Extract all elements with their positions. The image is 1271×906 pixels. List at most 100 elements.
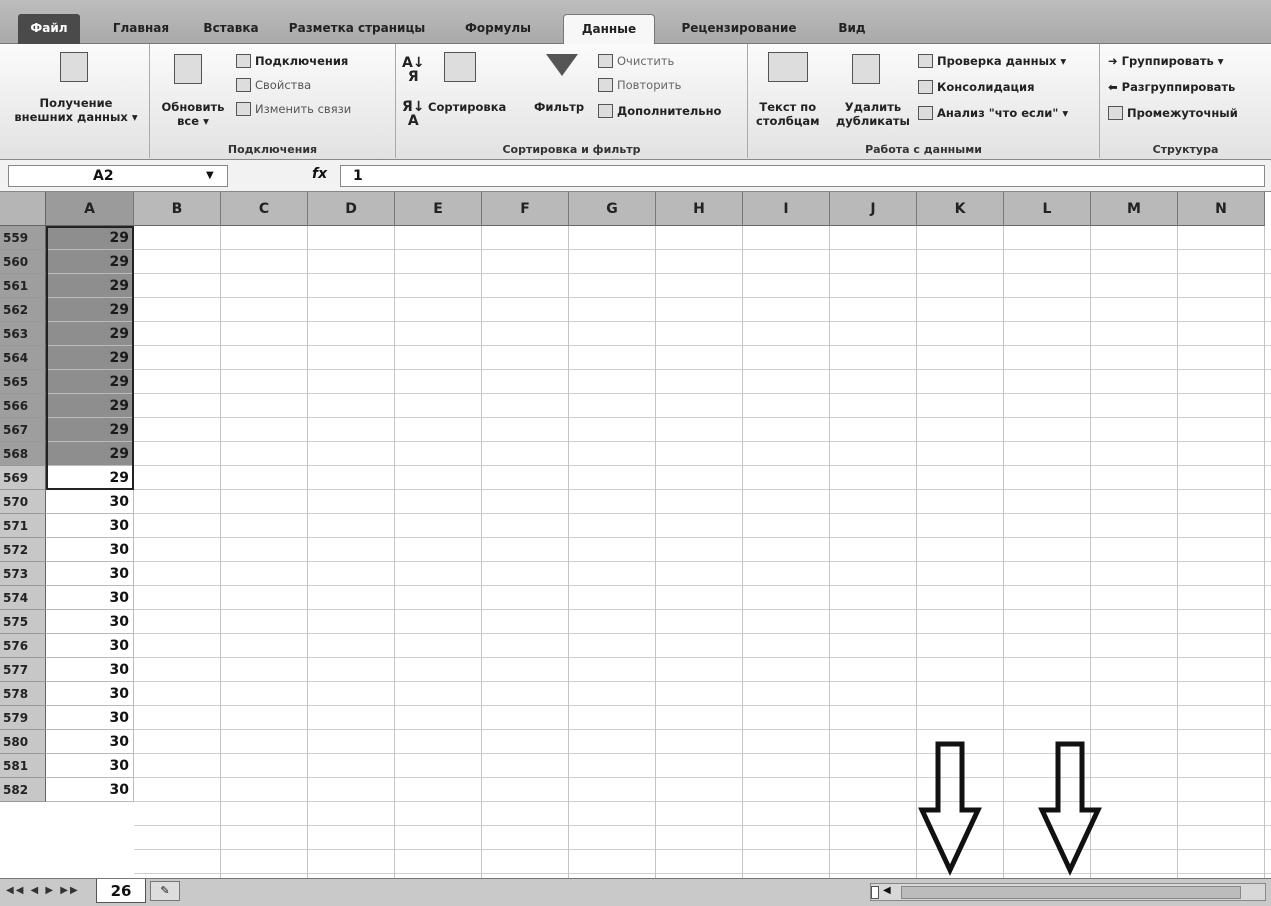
row-header[interactable]: 579 bbox=[0, 706, 46, 730]
cell-a[interactable]: 30 bbox=[46, 634, 134, 658]
column-header-k[interactable]: K bbox=[917, 192, 1004, 226]
column-header-i[interactable]: I bbox=[743, 192, 830, 226]
what-if-analysis-button[interactable]: Анализ "что если" ▾ bbox=[918, 106, 1068, 120]
cell-a[interactable]: 30 bbox=[46, 490, 134, 514]
cell-a[interactable]: 30 bbox=[46, 586, 134, 610]
column-header-d[interactable]: D bbox=[308, 192, 395, 226]
cell-a[interactable]: 30 bbox=[46, 706, 134, 730]
cell-a[interactable]: 30 bbox=[46, 658, 134, 682]
get-external-data-button[interactable]: Получение внешних данных ▾ bbox=[6, 96, 146, 124]
horizontal-scrollbar[interactable]: ◀ bbox=[870, 883, 1266, 901]
row-header[interactable]: 571 bbox=[0, 514, 46, 538]
cell-a[interactable]: 29 bbox=[46, 418, 134, 442]
column-header-j[interactable]: J bbox=[830, 192, 917, 226]
row-header[interactable]: 562 bbox=[0, 298, 46, 322]
tab-insert[interactable]: Вставка bbox=[192, 14, 270, 44]
cell-a[interactable]: 30 bbox=[46, 610, 134, 634]
row-header[interactable]: 573 bbox=[0, 562, 46, 586]
insert-function-button[interactable]: fx bbox=[312, 166, 327, 182]
select-all-corner[interactable] bbox=[0, 192, 46, 226]
reapply-button[interactable]: Повторить bbox=[598, 78, 681, 92]
tab-review[interactable]: Рецензирование bbox=[664, 14, 814, 44]
row-header[interactable]: 564 bbox=[0, 346, 46, 370]
row-header[interactable]: 572 bbox=[0, 538, 46, 562]
tab-view[interactable]: Вид bbox=[826, 14, 878, 44]
row-header[interactable]: 559 bbox=[0, 226, 46, 250]
column-header-a[interactable]: A bbox=[46, 192, 134, 226]
row-header[interactable]: 566 bbox=[0, 394, 46, 418]
scroll-left-icon[interactable]: ◀ bbox=[883, 885, 891, 896]
row-header[interactable]: 574 bbox=[0, 586, 46, 610]
data-validation-button[interactable]: Проверка данных ▾ bbox=[918, 54, 1066, 68]
sort-descending-icon[interactable]: Я↓ А bbox=[402, 100, 425, 128]
column-header-e[interactable]: E bbox=[395, 192, 482, 226]
formula-input[interactable]: 1 bbox=[340, 165, 1265, 187]
column-header-n[interactable]: N bbox=[1178, 192, 1265, 226]
row-header[interactable]: 565 bbox=[0, 370, 46, 394]
column-header-l[interactable]: L bbox=[1004, 192, 1091, 226]
column-header-m[interactable]: M bbox=[1091, 192, 1178, 226]
cell-a[interactable]: 29 bbox=[46, 442, 134, 466]
tab-page-layout[interactable]: Разметка страницы bbox=[278, 14, 436, 44]
filter-button[interactable]: Фильтр bbox=[534, 100, 584, 114]
row-header[interactable]: 569 bbox=[0, 466, 46, 490]
cell-a[interactable]: 30 bbox=[46, 778, 134, 802]
advanced-filter-button[interactable]: Дополнительно bbox=[598, 104, 721, 118]
sheet-nav-arrows-icon[interactable]: ◀◀ ◀ ▶ ▶▶ bbox=[6, 885, 80, 896]
tab-file[interactable]: Файл bbox=[18, 14, 80, 44]
cell-a[interactable]: 30 bbox=[46, 562, 134, 586]
column-header-h[interactable]: H bbox=[656, 192, 743, 226]
ungroup-button[interactable]: ⬅ Разгруппировать bbox=[1108, 80, 1235, 94]
column-header-f[interactable]: F bbox=[482, 192, 569, 226]
subtotal-button[interactable]: Промежуточный bbox=[1108, 106, 1238, 120]
row-header[interactable]: 577 bbox=[0, 658, 46, 682]
cell-a[interactable]: 29 bbox=[46, 250, 134, 274]
cell-a[interactable]: 30 bbox=[46, 514, 134, 538]
column-header-c[interactable]: C bbox=[221, 192, 308, 226]
tab-home[interactable]: Главная bbox=[98, 14, 184, 44]
column-header-b[interactable]: B bbox=[134, 192, 221, 226]
cell-a[interactable]: 29 bbox=[46, 346, 134, 370]
edit-links-button[interactable]: Изменить связи bbox=[236, 102, 351, 116]
row-header[interactable]: 561 bbox=[0, 274, 46, 298]
text-to-columns-button[interactable]: Текст по столбцам bbox=[756, 100, 820, 128]
name-box-dropdown-icon[interactable]: ▼ bbox=[206, 165, 214, 187]
cell-a[interactable]: 30 bbox=[46, 682, 134, 706]
remove-duplicates-button[interactable]: Удалить дубликаты bbox=[836, 100, 910, 128]
scroll-split-handle[interactable] bbox=[871, 886, 879, 899]
column-header-g[interactable]: G bbox=[569, 192, 656, 226]
row-header[interactable]: 582 bbox=[0, 778, 46, 802]
cell-a[interactable]: 29 bbox=[46, 370, 134, 394]
sheet-tab[interactable]: 26 bbox=[96, 879, 146, 903]
cell-a[interactable]: 29 bbox=[46, 466, 134, 490]
row-header[interactable]: 576 bbox=[0, 634, 46, 658]
tab-formulas[interactable]: Формулы bbox=[448, 14, 548, 44]
row-header[interactable]: 581 bbox=[0, 754, 46, 778]
cell-a[interactable]: 29 bbox=[46, 274, 134, 298]
name-box[interactable]: A2 bbox=[8, 165, 228, 187]
row-header[interactable]: 575 bbox=[0, 610, 46, 634]
refresh-all-button[interactable]: Обновить все ▾ bbox=[154, 100, 232, 128]
group-button[interactable]: ➜ Группировать ▾ bbox=[1108, 54, 1224, 68]
cell-a[interactable]: 30 bbox=[46, 538, 134, 562]
properties-button[interactable]: Свойства bbox=[236, 78, 311, 92]
consolidate-button[interactable]: Консолидация bbox=[918, 80, 1034, 94]
tab-data[interactable]: Данные bbox=[563, 14, 655, 45]
row-header[interactable]: 560 bbox=[0, 250, 46, 274]
insert-sheet-icon[interactable]: ✎ bbox=[150, 881, 180, 901]
row-header[interactable]: 568 bbox=[0, 442, 46, 466]
cell-a[interactable]: 30 bbox=[46, 754, 134, 778]
cell-a[interactable]: 29 bbox=[46, 394, 134, 418]
sort-button[interactable]: Сортировка bbox=[428, 100, 506, 114]
clear-button[interactable]: Очистить bbox=[598, 54, 674, 68]
row-header[interactable]: 580 bbox=[0, 730, 46, 754]
connections-button[interactable]: Подключения bbox=[236, 54, 348, 68]
cell-a[interactable]: 29 bbox=[46, 322, 134, 346]
row-header[interactable]: 567 bbox=[0, 418, 46, 442]
row-header[interactable]: 570 bbox=[0, 490, 46, 514]
cell-a[interactable]: 29 bbox=[46, 298, 134, 322]
row-header[interactable]: 563 bbox=[0, 322, 46, 346]
row-header[interactable]: 578 bbox=[0, 682, 46, 706]
cell-a[interactable]: 30 bbox=[46, 730, 134, 754]
scroll-thumb[interactable] bbox=[901, 886, 1241, 899]
